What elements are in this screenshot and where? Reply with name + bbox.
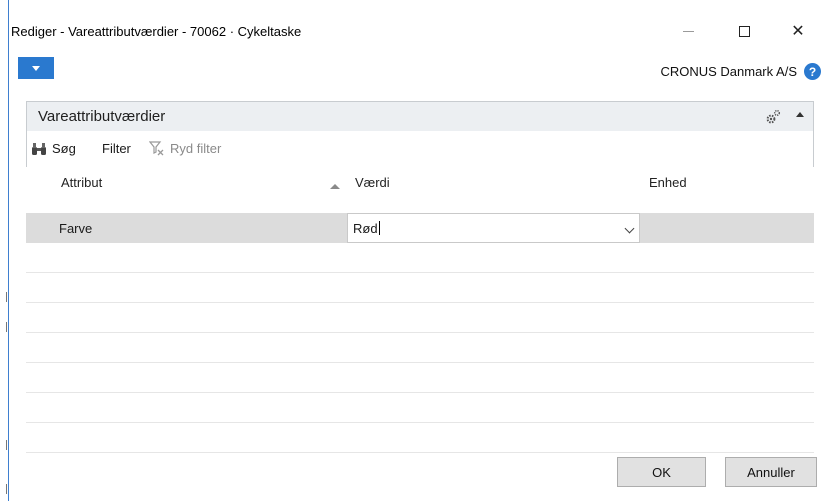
title-bar: Rediger - Vareattributværdier - 70062 · … (9, 0, 823, 52)
ribbon-bar: CRONUS Danmark A/S ? (9, 52, 823, 84)
filter-action[interactable]: Filter (102, 141, 131, 156)
dropdown-triangle-icon (32, 65, 40, 71)
ok-button[interactable]: OK (617, 457, 706, 487)
column-header-enhed[interactable]: Enhed (649, 175, 687, 190)
clear-filter-icon (149, 141, 164, 156)
column-header-attribut[interactable]: Attribut (61, 175, 102, 190)
gear-icon[interactable] (765, 109, 781, 125)
attribute-cell[interactable]: Farve (59, 221, 92, 236)
help-icon[interactable]: ? (804, 63, 821, 80)
value-dropdown[interactable]: Rød (347, 213, 640, 243)
table-row[interactable] (26, 273, 814, 303)
part-title: Vareattributværdier (38, 108, 166, 125)
company-name: CRONUS Danmark A/S (660, 64, 797, 79)
window-title: Rediger - Vareattributværdier - 70062 · … (11, 24, 302, 39)
search-label: Søg (52, 141, 76, 156)
table-row[interactable] (26, 243, 814, 273)
chevron-down-icon[interactable] (624, 223, 635, 234)
table-row[interactable] (26, 303, 814, 333)
text-caret (378, 221, 380, 235)
table-row[interactable] (26, 393, 814, 423)
unit-cell[interactable] (640, 213, 814, 243)
column-header-vaerdi[interactable]: Værdi (355, 175, 390, 190)
search-action[interactable]: Søg (31, 141, 76, 156)
ribbon-menu-button[interactable] (18, 57, 54, 79)
filter-label: Filter (102, 141, 131, 156)
close-button[interactable]: ✕ (775, 18, 821, 44)
table-row[interactable]: Farve Rød (26, 213, 814, 243)
action-bar: Søg Filter Ryd filter (26, 131, 814, 167)
close-icon: ✕ (791, 23, 805, 40)
background-window-edge (0, 0, 9, 501)
clear-filter-label: Ryd filter (170, 141, 222, 156)
minimize-icon (682, 30, 694, 32)
cancel-button[interactable]: Annuller (725, 457, 817, 487)
maximize-button[interactable] (721, 18, 767, 44)
maximize-icon (738, 25, 750, 37)
collapse-icon[interactable] (796, 112, 804, 117)
part-header: Vareattributværdier (26, 101, 814, 131)
attribute-grid: Farve Rød (26, 213, 814, 453)
table-row[interactable] (26, 363, 814, 393)
clear-filter-action[interactable]: Ryd filter (149, 141, 221, 156)
value-input-text[interactable]: Rød (353, 221, 380, 236)
table-row[interactable] (26, 333, 814, 363)
minimize-button[interactable] (665, 18, 711, 44)
table-row[interactable] (26, 423, 814, 453)
binoculars-icon (32, 142, 46, 155)
sort-ascending-icon (330, 184, 340, 189)
edit-dialog: Rediger - Vareattributværdier - 70062 · … (9, 0, 823, 501)
